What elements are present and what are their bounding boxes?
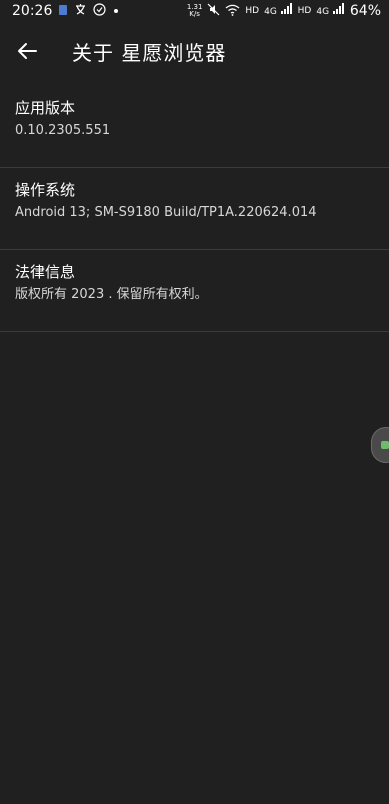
translate-icon	[74, 3, 87, 19]
handle-icon	[381, 441, 389, 449]
back-button[interactable]	[10, 36, 44, 70]
hd-label-2: HD	[297, 6, 312, 16]
item-title: 操作系统	[15, 181, 76, 199]
signal-icon-2: 4G	[316, 3, 345, 19]
floating-edge-handle[interactable]	[371, 427, 389, 463]
item-value: 0.10.2305.551	[15, 123, 111, 138]
item-value: Android 13; SM-S9180 Build/TP1A.220624.0…	[15, 205, 317, 220]
page-title: 关于 星愿浏览器	[72, 41, 227, 65]
network-speed-unit: K/s	[189, 10, 200, 18]
mute-icon	[207, 3, 220, 19]
notification-icon	[58, 4, 68, 19]
item-title: 法律信息	[15, 263, 76, 281]
dot-icon	[112, 4, 120, 18]
lte-label-2: 4G	[316, 7, 330, 17]
wifi-icon	[225, 4, 240, 19]
os-item[interactable]: 操作系统 Android 13; SM-S9180 Build/TP1A.220…	[0, 168, 389, 250]
status-right: 1.31 K/s HD 4G HD 4G 64%	[187, 3, 381, 19]
signal-icon-1: 4G	[264, 3, 293, 19]
status-bar: 20:26 1.31 K/s HD 4G HD 4G 64%	[0, 0, 389, 24]
battery-level: 64%	[349, 3, 381, 19]
info-list: 应用版本 0.10.2305.551 操作系统 Android 13; SM-S…	[0, 86, 389, 332]
lte-label-1: 4G	[264, 7, 277, 17]
arrow-left-icon	[17, 42, 37, 64]
network-speed: 1.31 K/s	[187, 4, 203, 18]
app-bar: 关于 星愿浏览器	[0, 30, 389, 76]
app-version-item[interactable]: 应用版本 0.10.2305.551	[0, 86, 389, 168]
item-value: 版权所有 2023 . 保留所有权利。	[15, 287, 208, 302]
status-left: 20:26	[12, 3, 120, 19]
legal-info-item[interactable]: 法律信息 版权所有 2023 . 保留所有权利。	[0, 250, 389, 332]
hd-label-1: HD	[245, 6, 260, 16]
check-circle-icon	[93, 3, 106, 19]
status-time: 20:26	[12, 3, 53, 19]
item-title: 应用版本	[15, 99, 76, 117]
